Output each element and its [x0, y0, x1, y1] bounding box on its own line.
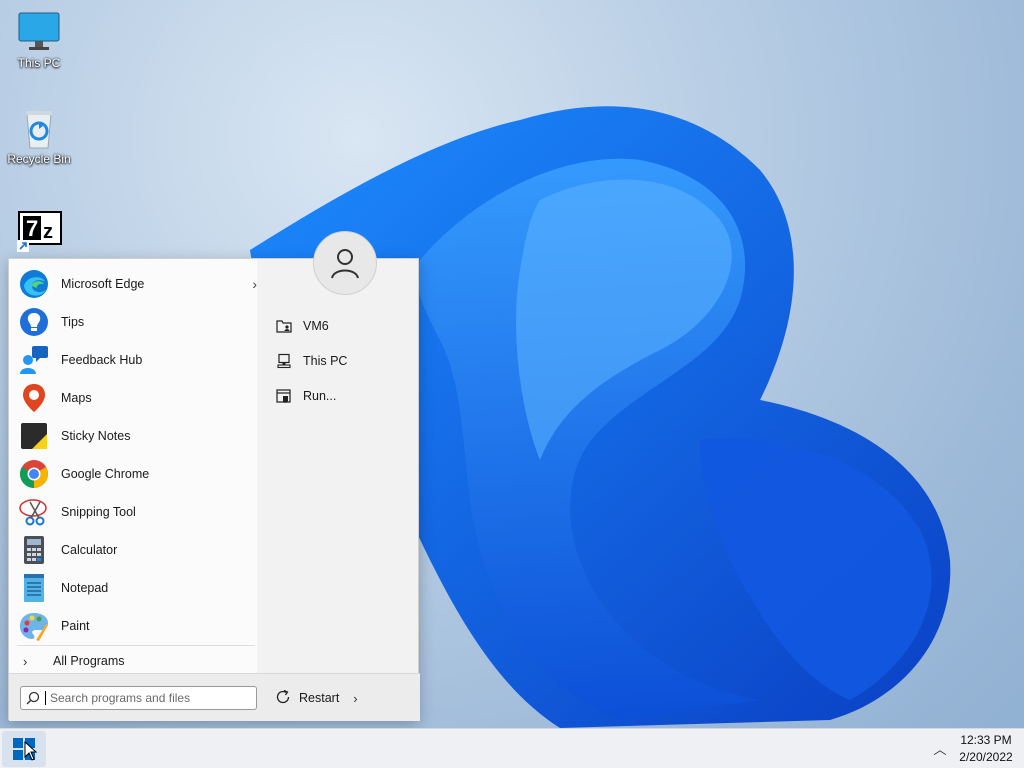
recycle-bin-icon	[17, 106, 61, 150]
program-item-notepad[interactable]: Notepad	[13, 569, 257, 607]
monitor-icon	[17, 10, 61, 54]
taskbar: ︿ 12:33 PM 2/20/2022	[0, 728, 1024, 768]
divider	[17, 645, 255, 646]
program-item-maps[interactable]: Maps	[13, 379, 257, 417]
chevron-right-icon: ›	[23, 653, 28, 669]
edge-icon	[17, 267, 51, 301]
chevron-up-icon: ︿	[933, 742, 947, 757]
chevron-right-icon[interactable]: ›	[353, 691, 357, 706]
place-item-vm6[interactable]: VM6	[275, 313, 415, 339]
place-label: This PC	[303, 354, 348, 368]
all-programs-button[interactable]: › All Programs	[17, 651, 257, 671]
program-label: Notepad	[61, 581, 109, 595]
mouse-cursor-icon	[24, 741, 38, 761]
desktop-icon-7zip[interactable]: 7 z	[1, 210, 77, 254]
desktop-icon-recycle-bin[interactable]: Recycle Bin	[1, 106, 77, 166]
program-item-snipping-tool[interactable]: Snipping Tool	[13, 493, 257, 531]
svg-text:7: 7	[26, 216, 38, 241]
run-icon	[275, 387, 293, 405]
place-item-this-pc[interactable]: This PC	[275, 348, 415, 374]
sticky-notes-icon	[17, 419, 51, 453]
program-item-feedback-hub[interactable]: Feedback Hub	[13, 341, 257, 379]
user-folder-icon	[275, 317, 293, 335]
place-item-run[interactable]: Run...	[275, 383, 415, 409]
program-label: Feedback Hub	[61, 353, 143, 367]
program-label: Tips	[61, 315, 85, 329]
restart-icon	[275, 689, 291, 708]
restart-label: Restart	[299, 691, 340, 705]
program-label: Paint	[61, 619, 90, 633]
program-label: Snipping Tool	[61, 505, 136, 519]
start-button[interactable]	[2, 731, 46, 767]
notepad-icon	[17, 571, 51, 605]
paint-icon	[17, 609, 51, 643]
restart-button[interactable]: Restart ›	[275, 686, 375, 710]
maps-icon	[17, 381, 51, 415]
desktop-icon-label: This PC	[17, 56, 61, 70]
clock-time: 12:33 PM	[960, 733, 1012, 747]
desktop-icon-this-pc[interactable]: This PC	[1, 10, 77, 70]
chrome-icon	[17, 457, 51, 491]
search-icon	[21, 691, 45, 705]
show-hidden-icons-button[interactable]: ︿	[930, 739, 950, 759]
program-label: Google Chrome	[61, 467, 150, 481]
all-programs-label: All Programs	[53, 654, 125, 668]
programs-pane: Microsoft Edge › Tips Feedback Hub Maps	[9, 259, 257, 673]
program-item-google-chrome[interactable]: Google Chrome	[13, 455, 257, 493]
program-item-tips[interactable]: Tips	[13, 303, 257, 341]
desktop-icon-label: Recycle Bin	[7, 152, 71, 166]
clock-date: 2/20/2022	[959, 750, 1013, 764]
7zip-shortcut-icon: 7 z	[15, 210, 63, 254]
program-label: Microsoft Edge	[61, 277, 145, 291]
feedback-hub-icon	[17, 343, 51, 377]
program-item-sticky-notes[interactable]: Sticky Notes	[13, 417, 257, 455]
start-menu: Microsoft Edge › Tips Feedback Hub Maps	[8, 231, 420, 721]
snipping-tool-icon	[17, 495, 51, 529]
computer-icon	[275, 352, 293, 370]
program-label: Calculator	[61, 543, 118, 557]
program-item-calculator[interactable]: Calculator	[13, 531, 257, 569]
places-pane: VM6 This PC Run...	[257, 259, 420, 673]
text-cursor	[45, 691, 46, 705]
search-box[interactable]	[20, 686, 257, 710]
search-input[interactable]	[50, 691, 256, 705]
program-item-paint[interactable]: Paint	[13, 607, 257, 645]
clock[interactable]: 12:33 PM 2/20/2022	[952, 732, 1020, 766]
tips-icon	[17, 305, 51, 339]
svg-text:z: z	[43, 221, 53, 243]
place-label: VM6	[303, 319, 329, 333]
start-menu-bottom-bar: Restart ›	[9, 673, 420, 721]
program-label: Maps	[61, 391, 92, 405]
program-label: Sticky Notes	[61, 429, 131, 443]
place-label: Run...	[303, 389, 337, 403]
calculator-icon	[17, 533, 51, 567]
program-item-microsoft-edge[interactable]: Microsoft Edge ›	[13, 265, 257, 303]
